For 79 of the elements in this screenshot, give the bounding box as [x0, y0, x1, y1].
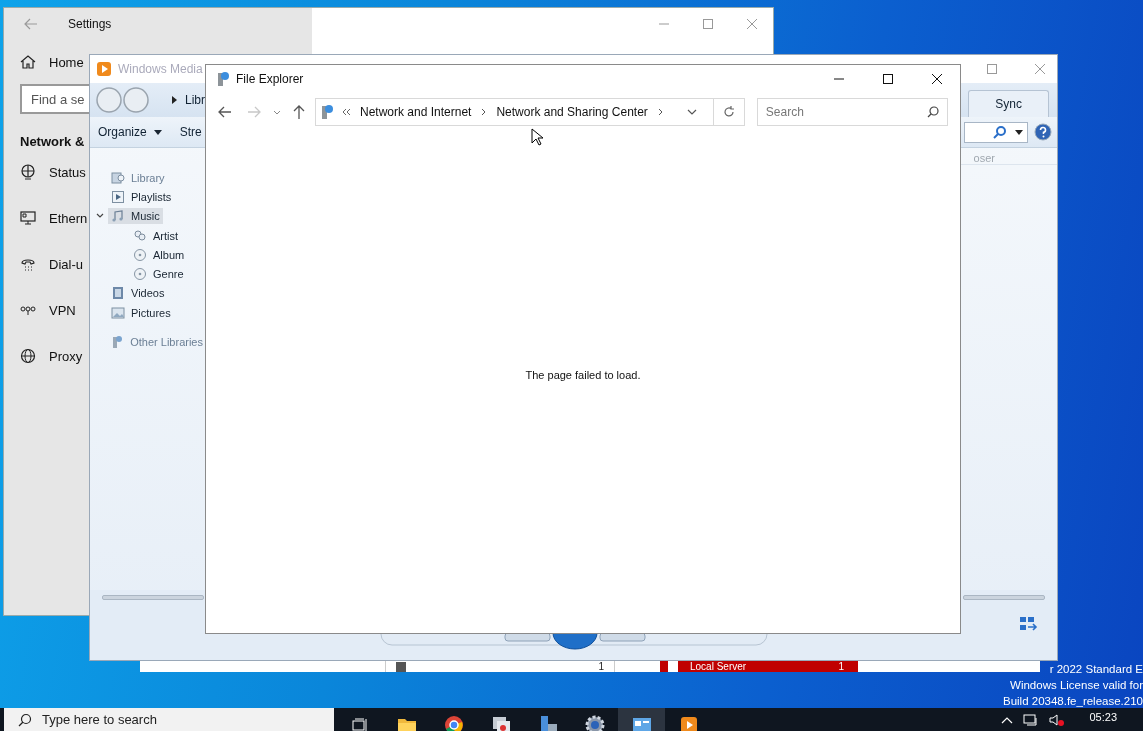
home-link[interactable]: Home — [49, 54, 84, 70]
disc-icon — [133, 247, 147, 262]
breadcrumb-item[interactable]: Libr — [185, 93, 205, 107]
search-icon — [18, 713, 32, 727]
settings-icon[interactable] — [583, 714, 606, 731]
tree-item[interactable]: Music — [108, 208, 163, 225]
network-folder-icon — [320, 104, 334, 120]
search-field[interactable]: Search — [756, 98, 948, 126]
overflow-chevron-icon[interactable] — [342, 109, 350, 115]
tile-count: 1 — [598, 661, 604, 672]
watermark-text: Windows License valid for — [1010, 678, 1143, 693]
nav-item[interactable]: Status — [49, 164, 86, 180]
monitor-icon — [20, 210, 36, 226]
server-icon — [396, 661, 406, 672]
network-folder-icon — [216, 71, 230, 87]
chevron-up-icon[interactable] — [1001, 715, 1014, 724]
home-icon — [20, 54, 36, 70]
tree-item[interactable]: Other Libraries — [107, 334, 206, 351]
people-icon — [133, 228, 147, 243]
window-title: Windows Media — [118, 62, 203, 76]
nav-item[interactable]: VPN — [49, 302, 76, 318]
tree-item[interactable]: Artist — [130, 227, 182, 244]
close-icon[interactable] — [932, 74, 942, 84]
organize-menu[interactable]: Organize — [98, 125, 162, 139]
breadcrumb-item[interactable]: Network and Sharing Center — [496, 105, 648, 119]
help-icon[interactable] — [1034, 123, 1052, 141]
mouse-cursor-icon — [531, 128, 543, 146]
back-arrow-icon[interactable] — [218, 106, 232, 118]
browser-icon[interactable] — [442, 714, 465, 731]
window-title: File Explorer — [236, 72, 304, 86]
nav-item[interactable]: Dial-u — [49, 256, 83, 272]
nav-item[interactable]: Ethern — [49, 210, 88, 226]
recent-dropdown-icon[interactable] — [273, 109, 281, 115]
search-field[interactable] — [964, 121, 1028, 143]
window-title: Settings — [68, 17, 112, 31]
tile-count: 1 — [838, 661, 844, 672]
film-icon — [111, 286, 125, 301]
clock[interactable]: 05:23 — [1089, 710, 1117, 723]
picture-icon — [111, 305, 125, 320]
caret-icon[interactable] — [153, 129, 162, 135]
search-icon[interactable] — [993, 125, 1007, 139]
globe-icon — [20, 348, 36, 364]
tree-item[interactable]: Library — [108, 169, 168, 186]
section-heading: Network & — [20, 134, 86, 149]
phone-icon — [20, 256, 36, 272]
nav-item[interactable]: Proxy — [49, 348, 83, 364]
disc-icon — [133, 267, 147, 282]
chevron-right-icon[interactable] — [657, 108, 663, 116]
play-list-icon — [111, 189, 125, 204]
up-arrow-icon[interactable] — [293, 105, 305, 119]
breadcrumb-item[interactable]: Network and Internet — [360, 105, 472, 119]
volume-muted-icon[interactable] — [1049, 713, 1066, 726]
toolbar-item[interactable]: Stre — [179, 125, 202, 139]
address-bar[interactable]: Network and Internet Network and Sharing Center — [315, 98, 745, 126]
expand-icon — [172, 96, 177, 104]
tab[interactable]: Sync — [968, 90, 1049, 117]
library-icon — [110, 335, 125, 350]
tree-item[interactable]: Pictures — [108, 304, 174, 321]
tree-item[interactable]: Genre — [130, 266, 187, 283]
dropdown-arrow-icon[interactable] — [1015, 129, 1023, 135]
chevron-down-icon[interactable] — [686, 109, 697, 115]
tree-item[interactable]: Album — [130, 246, 188, 263]
music-note-icon — [111, 209, 125, 224]
tree-item[interactable]: Playlists — [108, 188, 175, 205]
search-field[interactable]: Type here to search — [4, 708, 334, 731]
watermark-text: r 2022 Standard E — [1049, 662, 1143, 677]
switch-view-icon[interactable] — [1019, 616, 1039, 632]
watermark-text: Build 20348.fe_release.210 — [1002, 694, 1143, 709]
tile-label: Local Server — [690, 661, 747, 672]
error-message: The page failed to load. — [525, 369, 641, 381]
media-player-icon — [96, 61, 112, 77]
search-icon — [927, 106, 939, 118]
library-icon — [111, 170, 125, 185]
globe-monitor-icon — [20, 164, 36, 180]
chevron-right-icon[interactable] — [481, 108, 487, 116]
maximize-icon[interactable] — [883, 74, 893, 84]
taskbar-app[interactable] — [618, 708, 665, 731]
network-icon[interactable] — [1023, 713, 1040, 726]
tree-item[interactable]: Videos — [108, 285, 168, 302]
